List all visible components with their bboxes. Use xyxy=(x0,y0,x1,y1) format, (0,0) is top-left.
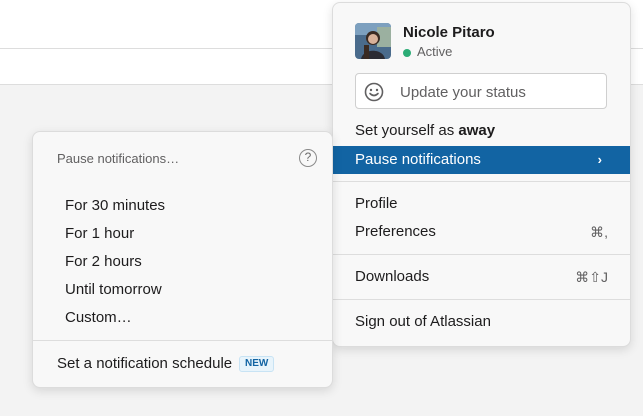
set-away-strong: away xyxy=(458,122,496,139)
status-input[interactable]: Update your status xyxy=(355,73,607,109)
pause-notifications-label: Pause notifications xyxy=(355,151,481,168)
presence-dot-icon xyxy=(403,49,411,57)
pause-notifications-submenu: Pause notifications… ? For 30 minutes Fo… xyxy=(32,131,333,388)
smile-icon xyxy=(364,82,384,102)
set-away-item[interactable]: Set yourself as away xyxy=(355,122,495,139)
preferences-item[interactable]: Preferences xyxy=(355,223,436,240)
chevron-right-icon: › xyxy=(597,152,602,167)
menu-divider xyxy=(333,254,630,255)
presence-status: Active xyxy=(417,44,453,59)
user-name: Nicole Pitaro xyxy=(403,24,495,41)
submenu-divider xyxy=(33,340,332,341)
help-icon[interactable]: ? xyxy=(299,149,317,167)
avatar[interactable] xyxy=(355,23,391,59)
pause-option[interactable]: For 30 minutes xyxy=(65,197,165,214)
preferences-shortcut: ⌘, xyxy=(590,224,608,240)
pause-option[interactable]: For 2 hours xyxy=(65,253,142,270)
notification-schedule-item[interactable]: Set a notification schedule xyxy=(57,355,232,372)
sign-out-item[interactable]: Sign out of Atlassian xyxy=(355,313,491,330)
menu-divider xyxy=(333,299,630,300)
user-menu: Nicole Pitaro Active Update your status … xyxy=(332,2,631,347)
menu-divider xyxy=(333,181,630,182)
new-badge: NEW xyxy=(239,356,275,372)
set-away-prefix: Set yourself as xyxy=(355,122,459,139)
submenu-title: Pause notifications… xyxy=(57,151,180,166)
pause-option[interactable]: For 1 hour xyxy=(65,225,134,242)
status-placeholder: Update your status xyxy=(400,84,526,101)
downloads-shortcut: ⌘⇧J xyxy=(575,269,608,285)
downloads-item[interactable]: Downloads xyxy=(355,268,429,285)
pause-option[interactable]: Until tomorrow xyxy=(65,281,162,298)
profile-item[interactable]: Profile xyxy=(355,195,398,212)
pause-option[interactable]: Custom… xyxy=(65,309,132,326)
pause-notifications-item[interactable]: Pause notifications › xyxy=(333,146,630,174)
